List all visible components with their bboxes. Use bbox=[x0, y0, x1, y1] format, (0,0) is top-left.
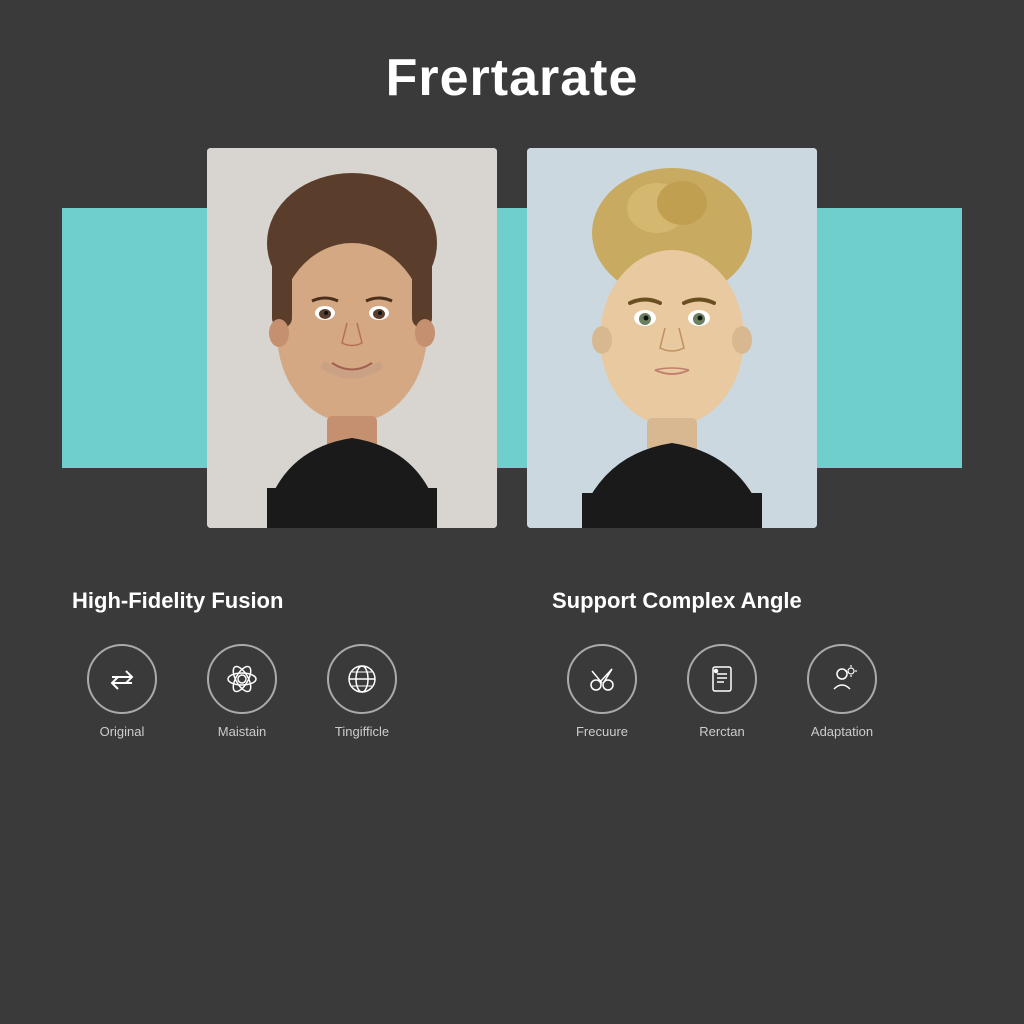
maistain-label: Maistain bbox=[218, 724, 266, 739]
globe-icon bbox=[344, 661, 380, 697]
tingifficle-icon-circle bbox=[327, 644, 397, 714]
photo-person1 bbox=[207, 148, 497, 528]
rerctan-label: Rerctan bbox=[699, 724, 745, 739]
feature-group-support-complex: Support Complex Angle Frecuure bbox=[542, 588, 962, 739]
frecuure-icon-circle bbox=[567, 644, 637, 714]
document-icon bbox=[704, 661, 740, 697]
face-settings-icon bbox=[824, 661, 860, 697]
image-section bbox=[62, 148, 962, 528]
feature-group-title-2: Support Complex Angle bbox=[542, 588, 802, 614]
adaptation-label: Adaptation bbox=[811, 724, 873, 739]
feature-item-maistain: Maistain bbox=[192, 644, 292, 739]
feature-item-original: Original bbox=[72, 644, 172, 739]
feature-item-rerctan: Rerctan bbox=[672, 644, 772, 739]
frecuure-label: Frecuure bbox=[576, 724, 628, 739]
original-label: Original bbox=[100, 724, 145, 739]
feature-group-high-fidelity: High-Fidelity Fusion Original bbox=[62, 588, 482, 739]
maistain-icon-circle bbox=[207, 644, 277, 714]
photo-person2 bbox=[527, 148, 817, 528]
tingifficle-label: Tingifficle bbox=[335, 724, 389, 739]
feature-group-title-1: High-Fidelity Fusion bbox=[62, 588, 283, 614]
feature-item-frecuure: Frecuure bbox=[552, 644, 652, 739]
adaptation-icon-circle bbox=[807, 644, 877, 714]
main-title: Frertarate bbox=[386, 48, 639, 108]
feature-icons-row-2: Frecuure Rerctan bbox=[542, 644, 892, 739]
scissors-icon bbox=[584, 661, 620, 697]
features-section: High-Fidelity Fusion Original bbox=[62, 588, 962, 739]
original-icon-circle bbox=[87, 644, 157, 714]
photos-row bbox=[207, 148, 817, 528]
title-section: Frertarate bbox=[386, 48, 639, 108]
atom-icon bbox=[224, 661, 260, 697]
feature-item-tingifficle: Tingifficle bbox=[312, 644, 412, 739]
rerctan-icon-circle bbox=[687, 644, 757, 714]
arrows-icon bbox=[104, 661, 140, 697]
feature-icons-row-1: Original Maistain bbox=[62, 644, 412, 739]
feature-item-adaptation: Adaptation bbox=[792, 644, 892, 739]
